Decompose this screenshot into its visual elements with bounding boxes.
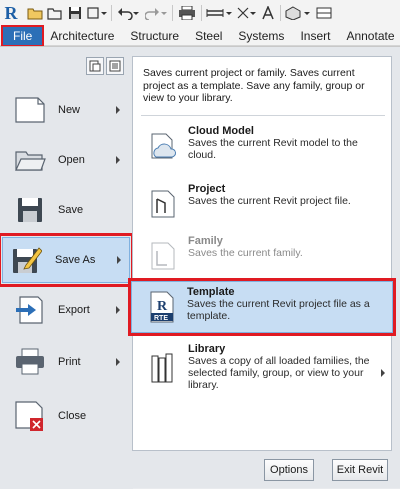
export-icon (12, 292, 48, 328)
option-project[interactable]: Project Saves the current Revit project … (133, 179, 391, 231)
option-description: Saves the current Revit model to the clo… (188, 137, 358, 161)
open-documents-icon[interactable] (106, 57, 124, 75)
project-icon (147, 187, 179, 221)
redo-icon[interactable] (142, 2, 170, 24)
tab-steel[interactable]: Steel (187, 27, 230, 45)
separator (280, 5, 281, 21)
menu-item-new[interactable]: New (6, 87, 128, 133)
option-title: Library (188, 343, 226, 355)
undo-icon[interactable] (114, 2, 142, 24)
exit-revit-button[interactable]: Exit Revit (332, 459, 388, 481)
tab-annotate[interactable]: Annotate (338, 27, 400, 45)
view-icon[interactable] (283, 2, 313, 24)
tab-file[interactable]: File (0, 24, 45, 47)
menu-item-label: Open (58, 154, 85, 166)
options-button[interactable]: Options (264, 459, 314, 481)
svg-text:R: R (157, 299, 168, 314)
open-icon[interactable] (25, 2, 45, 24)
option-title: Family (188, 235, 223, 247)
tab-architecture[interactable]: Architecture (42, 27, 122, 45)
option-library[interactable]: Library Saves a copy of all loaded famil… (133, 339, 391, 403)
option-description: Saves the current Revit project file. (188, 195, 351, 207)
submenu-arrow-icon (116, 156, 120, 164)
option-template[interactable]: R RTE Template Saves the current Revit pr… (128, 278, 396, 336)
close-document-icon (12, 398, 48, 434)
family-icon (147, 239, 179, 273)
menu-item-label: Export (58, 304, 90, 316)
menu-item-label: New (58, 104, 81, 116)
menu-left-column: New Open Save Save As Export Print Close (0, 47, 134, 489)
submenu-arrow-icon (116, 358, 120, 366)
new-document-icon (12, 92, 48, 128)
submenu-arrow-icon (381, 369, 385, 377)
save-icon[interactable] (65, 2, 85, 24)
divider (141, 115, 385, 116)
align-icon[interactable] (234, 2, 258, 24)
ribbon-tabs: File Architecture Structure Steel System… (0, 24, 400, 47)
application-menu: New Open Save Save As Export Print Close… (0, 46, 400, 489)
save-disk-icon (12, 192, 48, 228)
option-title: Template (187, 286, 235, 298)
print-icon[interactable] (175, 2, 199, 24)
separator (201, 5, 202, 21)
menu-item-label: Save As (55, 254, 96, 266)
menu-item-save[interactable]: Save (6, 187, 128, 233)
option-title: Project (188, 183, 226, 195)
separator (111, 5, 112, 21)
library-icon (147, 351, 179, 385)
option-description: Saves the current family. (188, 247, 303, 259)
sync-icon[interactable] (85, 2, 109, 24)
submenu-arrow-icon (116, 306, 120, 314)
menu-item-export[interactable]: Export (6, 287, 128, 333)
template-badge: RTE (154, 315, 168, 322)
separator (172, 5, 173, 21)
option-family: Family Saves the current family. (133, 231, 391, 283)
menu-item-close[interactable]: Close (6, 393, 128, 439)
template-icon: R RTE (146, 290, 178, 324)
text-icon[interactable] (258, 2, 278, 24)
menu-item-label: Close (58, 410, 87, 422)
open-folder-icon (12, 142, 48, 178)
submenu-arrow-icon (117, 256, 121, 264)
tab-structure[interactable]: Structure (122, 27, 187, 45)
revit-logo[interactable]: R (3, 3, 19, 23)
menu-item-open[interactable]: Open (6, 137, 128, 183)
option-description: Saves a copy of all loaded families, the… (188, 355, 370, 391)
option-description: Saves the current Revit project file as … (187, 298, 370, 322)
measure-icon[interactable] (204, 2, 234, 24)
section-icon[interactable] (313, 2, 335, 24)
quick-access-toolbar: R (0, 0, 400, 26)
open-folder-icon[interactable] (45, 2, 65, 24)
save-as-description: Saves current project or family. Saves c… (143, 67, 365, 104)
save-as-panel: Saves current project or family. Saves c… (128, 56, 396, 451)
menu-item-label: Save (58, 204, 84, 216)
recent-documents-icon[interactable] (86, 57, 104, 75)
menu-item-label: Print (58, 356, 81, 368)
menu-item-save-as[interactable]: Save As (0, 233, 134, 287)
option-title: Cloud Model (188, 125, 254, 137)
option-cloud-model[interactable]: Cloud Model Saves the current Revit mode… (133, 121, 391, 173)
cloud-model-icon (147, 129, 179, 163)
menu-toolbar (86, 57, 124, 75)
printer-icon (12, 344, 48, 380)
tab-systems[interactable]: Systems (230, 27, 292, 45)
menu-item-print[interactable]: Print (6, 339, 128, 385)
tab-insert[interactable]: Insert (292, 27, 338, 45)
submenu-arrow-icon (116, 106, 120, 114)
save-as-icon (9, 242, 45, 278)
